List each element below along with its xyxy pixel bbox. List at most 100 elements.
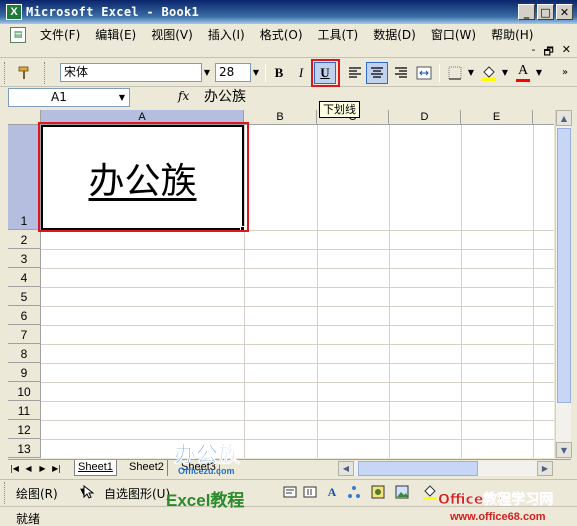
column-header-partial[interactable]	[533, 110, 554, 125]
menu-help[interactable]: 帮助(H)	[491, 26, 539, 44]
vertical-scrollbar[interactable]: ▲ ▼	[555, 110, 572, 458]
cell-a1-value: 办公族	[88, 160, 197, 202]
last-sheet-icon[interactable]: ▶|	[50, 461, 63, 476]
scroll-thumb[interactable]	[557, 128, 571, 403]
align-right-icon[interactable]	[390, 62, 412, 84]
diagram-icon[interactable]	[346, 484, 362, 500]
scroll-right-icon[interactable]: ▶	[537, 461, 553, 476]
office68-watermark: Office教程学习网 www.office68.com	[436, 486, 577, 526]
gridline	[41, 344, 554, 345]
menu-data[interactable]: 数据(D)	[373, 26, 422, 44]
cell-a1[interactable]: 办公族	[41, 125, 244, 230]
vertical-textbox-icon[interactable]	[302, 484, 318, 500]
font-name-dropdown-icon[interactable]: ▼	[200, 63, 214, 82]
row-header-10[interactable]: 10	[8, 382, 41, 401]
toolbar-grip-2[interactable]	[44, 62, 47, 84]
menu-format[interactable]: 格式(O)	[260, 26, 309, 44]
font-color-icon[interactable]: A	[512, 62, 534, 84]
fill-color-dropdown-icon[interactable]: ▼	[498, 63, 512, 82]
toolbar-options-icon[interactable]: »	[558, 63, 572, 82]
watermark-site-brand: Office教程学习网	[438, 491, 553, 508]
workbook-icon[interactable]: ▤	[10, 27, 26, 43]
excel-icon[interactable]: X	[6, 4, 22, 20]
formula-bar: A1 ▼ fx 办公族	[0, 87, 577, 108]
clipart-icon[interactable]	[370, 484, 386, 500]
toolbar-grip-3[interactable]	[4, 482, 7, 504]
menu-window[interactable]: 窗口(W)	[431, 26, 482, 44]
row-header-12[interactable]: 12	[8, 420, 41, 439]
gridline	[41, 287, 554, 288]
watermark-logo-text: 办公族	[174, 442, 241, 468]
merge-center-icon[interactable]	[413, 62, 435, 84]
restore-button[interactable]: □	[537, 4, 554, 20]
borders-dropdown-icon[interactable]: ▼	[464, 63, 478, 82]
status-text: 就绪	[16, 512, 41, 526]
menu-tools[interactable]: 工具(T)	[318, 26, 365, 44]
fill-color-icon[interactable]	[478, 62, 500, 84]
font-name-select[interactable]: 宋体	[60, 63, 202, 82]
font-color-glyph: A	[517, 62, 529, 78]
horizontal-scrollbar[interactable]: ◀ ▶	[338, 461, 553, 476]
column-header-b[interactable]: B	[244, 110, 317, 125]
gridline	[41, 230, 554, 231]
select-objects-icon[interactable]	[80, 484, 96, 500]
insert-function-icon[interactable]: fx	[178, 89, 189, 103]
borders-icon[interactable]	[444, 62, 466, 84]
align-left-icon[interactable]	[344, 62, 366, 84]
row-header-3[interactable]: 3	[8, 249, 41, 268]
row-header-5[interactable]: 5	[8, 287, 41, 306]
italic-button[interactable]: I	[290, 62, 312, 84]
row-header-1[interactable]: 1	[8, 125, 41, 230]
prev-sheet-icon[interactable]: ◀	[22, 461, 35, 476]
name-box[interactable]: A1	[8, 88, 130, 107]
format-painter-icon[interactable]	[14, 62, 36, 84]
tab-sheet2[interactable]: Sheet2	[126, 460, 168, 476]
row-header-6[interactable]: 6	[8, 306, 41, 325]
wordart-icon[interactable]: A	[324, 484, 340, 500]
gridline	[41, 268, 554, 269]
minimize-button[interactable]: _	[518, 4, 535, 20]
hscroll-thumb[interactable]	[358, 461, 478, 476]
close-button[interactable]: ✕	[556, 4, 573, 20]
scroll-left-icon[interactable]: ◀	[338, 461, 354, 476]
autoshapes-button[interactable]: 自选图形(U)	[104, 485, 170, 502]
textbox-icon[interactable]	[282, 484, 298, 500]
draw-menu-button[interactable]: 绘图(R)	[16, 485, 58, 502]
row-header-13[interactable]: 13	[8, 439, 41, 458]
sheet-tabs-bar: |◀ ◀ ▶ ▶| Sheet1 Sheet2 Sheet3 ◀ ▶	[8, 459, 571, 477]
tab-sheet1[interactable]: Sheet1	[74, 460, 117, 476]
name-box-dropdown-icon[interactable]: ▼	[116, 89, 128, 105]
fill-handle[interactable]	[240, 226, 245, 231]
next-sheet-icon[interactable]: ▶	[36, 461, 49, 476]
bold-button[interactable]: B	[268, 62, 290, 84]
select-all-corner[interactable]	[8, 110, 41, 125]
column-header-e[interactable]: E	[461, 110, 533, 125]
row-header-7[interactable]: 7	[8, 325, 41, 344]
gridline	[41, 420, 554, 421]
row-header-4[interactable]: 4	[8, 268, 41, 287]
formula-input[interactable]: 办公族	[204, 88, 314, 107]
toolbar-grip[interactable]	[4, 62, 7, 84]
menu-file[interactable]: 文件(F)	[40, 26, 86, 44]
row-header-9[interactable]: 9	[8, 363, 41, 382]
column-header-d[interactable]: D	[389, 110, 461, 125]
font-size-dropdown-icon[interactable]: ▼	[249, 63, 263, 82]
font-color-dropdown-icon[interactable]: ▼	[532, 63, 546, 82]
underline-button[interactable]: U	[314, 62, 336, 84]
row-header-2[interactable]: 2	[8, 230, 41, 249]
font-size-select[interactable]: 28	[215, 63, 251, 82]
worksheet-grid[interactable]: A B C D E 1 2 3 4 5 6 7 8 9 10 11 12 13 …	[8, 110, 554, 458]
picture-icon[interactable]	[394, 484, 410, 500]
row-header-11[interactable]: 11	[8, 401, 41, 420]
align-center-icon[interactable]	[366, 62, 388, 84]
toolbar-separator	[265, 64, 266, 82]
menu-insert[interactable]: 插入(I)	[208, 26, 251, 44]
column-header-a[interactable]: A	[41, 110, 244, 125]
scroll-down-icon[interactable]: ▼	[556, 442, 572, 458]
menu-edit[interactable]: 编辑(E)	[95, 26, 142, 44]
menu-view[interactable]: 视图(V)	[151, 26, 199, 44]
scroll-up-icon[interactable]: ▲	[556, 110, 572, 126]
first-sheet-icon[interactable]: |◀	[8, 461, 21, 476]
row-header-8[interactable]: 8	[8, 344, 41, 363]
gridline	[244, 125, 245, 458]
